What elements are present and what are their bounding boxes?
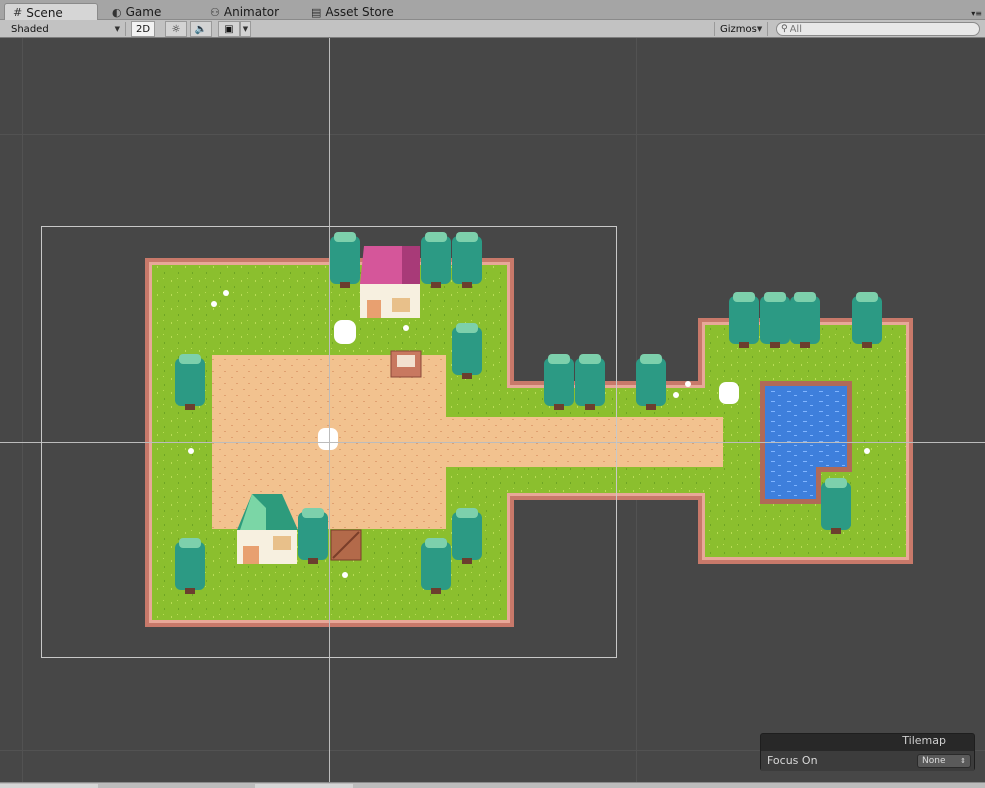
- chevron-down-icon: ▼: [242, 25, 249, 33]
- tab-scene[interactable]: # Scene: [4, 3, 98, 21]
- tilemap-overlay: Tilemap Focus On None ⇕: [760, 733, 975, 771]
- scene-toolbar: Shaded ▼ 2D ☼ 🔈 ▣ ▼ Gizmos ▼ ⚲: [0, 20, 985, 38]
- scene-viewport[interactable]: [0, 38, 985, 782]
- camera-bounds: [41, 226, 617, 658]
- unity-scene-window: # Scene ◐ Game ⚇ Animator ▤ Asset Store …: [0, 0, 985, 788]
- shading-mode-dropdown[interactable]: Shaded ▼: [6, 22, 126, 36]
- focus-on-select[interactable]: None ⇕: [917, 754, 971, 768]
- animator-icon: ⚇: [210, 5, 220, 19]
- focus-on-label: Focus On: [767, 754, 818, 767]
- gizmos-label: Gizmos: [720, 23, 757, 35]
- pacman-icon: ◐: [112, 5, 122, 19]
- store-icon: ▤: [311, 5, 322, 19]
- tab-scene-label: Scene: [26, 5, 63, 20]
- bottom-tab[interactable]: [255, 784, 353, 788]
- hierarchy-search[interactable]: ⚲: [776, 22, 980, 36]
- bottom-tab[interactable]: [0, 784, 98, 788]
- chevron-updown-icon: ⇕: [960, 757, 966, 765]
- tab-game-label: Game: [125, 5, 162, 19]
- lighting-toggle-button[interactable]: ☼: [165, 21, 187, 37]
- tilemap-title: Tilemap: [902, 734, 946, 747]
- tab-animator-label: Animator: [223, 5, 280, 19]
- bottom-bar: [0, 782, 985, 788]
- tab-bar: # Scene ◐ Game ⚇ Animator ▤ Asset Store …: [0, 0, 985, 21]
- grid-icon: #: [13, 6, 23, 19]
- chevron-down-icon: ▼: [114, 25, 120, 33]
- 2d-toggle-label: 2D: [135, 23, 151, 35]
- gizmos-dropdown[interactable]: Gizmos ▼: [714, 22, 768, 36]
- tab-asset-store[interactable]: ▤ Asset Store: [303, 4, 402, 20]
- search-input[interactable]: [789, 23, 960, 35]
- sun-icon: ☼: [171, 23, 181, 35]
- focus-on-value: None: [922, 756, 946, 766]
- tab-game[interactable]: ◐ Game: [104, 4, 169, 20]
- speaker-icon: 🔈: [194, 23, 208, 35]
- tab-menu-icon[interactable]: ▾≡: [971, 9, 982, 18]
- chevron-down-icon: ▼: [756, 25, 763, 33]
- effects-dropdown-button[interactable]: ▼: [240, 21, 251, 37]
- focus-on-row: Focus On None ⇕: [761, 751, 974, 771]
- shading-mode-label: Shaded: [11, 23, 49, 35]
- tab-animator[interactable]: ⚇ Animator: [202, 4, 287, 20]
- 2d-toggle-button[interactable]: 2D: [131, 21, 155, 37]
- image-icon: ▣: [224, 23, 234, 35]
- audio-toggle-button[interactable]: 🔈: [190, 21, 212, 37]
- search-icon: ⚲: [781, 24, 788, 34]
- tab-asset-store-label: Asset Store: [325, 5, 394, 19]
- effects-toggle-button[interactable]: ▣: [218, 21, 240, 37]
